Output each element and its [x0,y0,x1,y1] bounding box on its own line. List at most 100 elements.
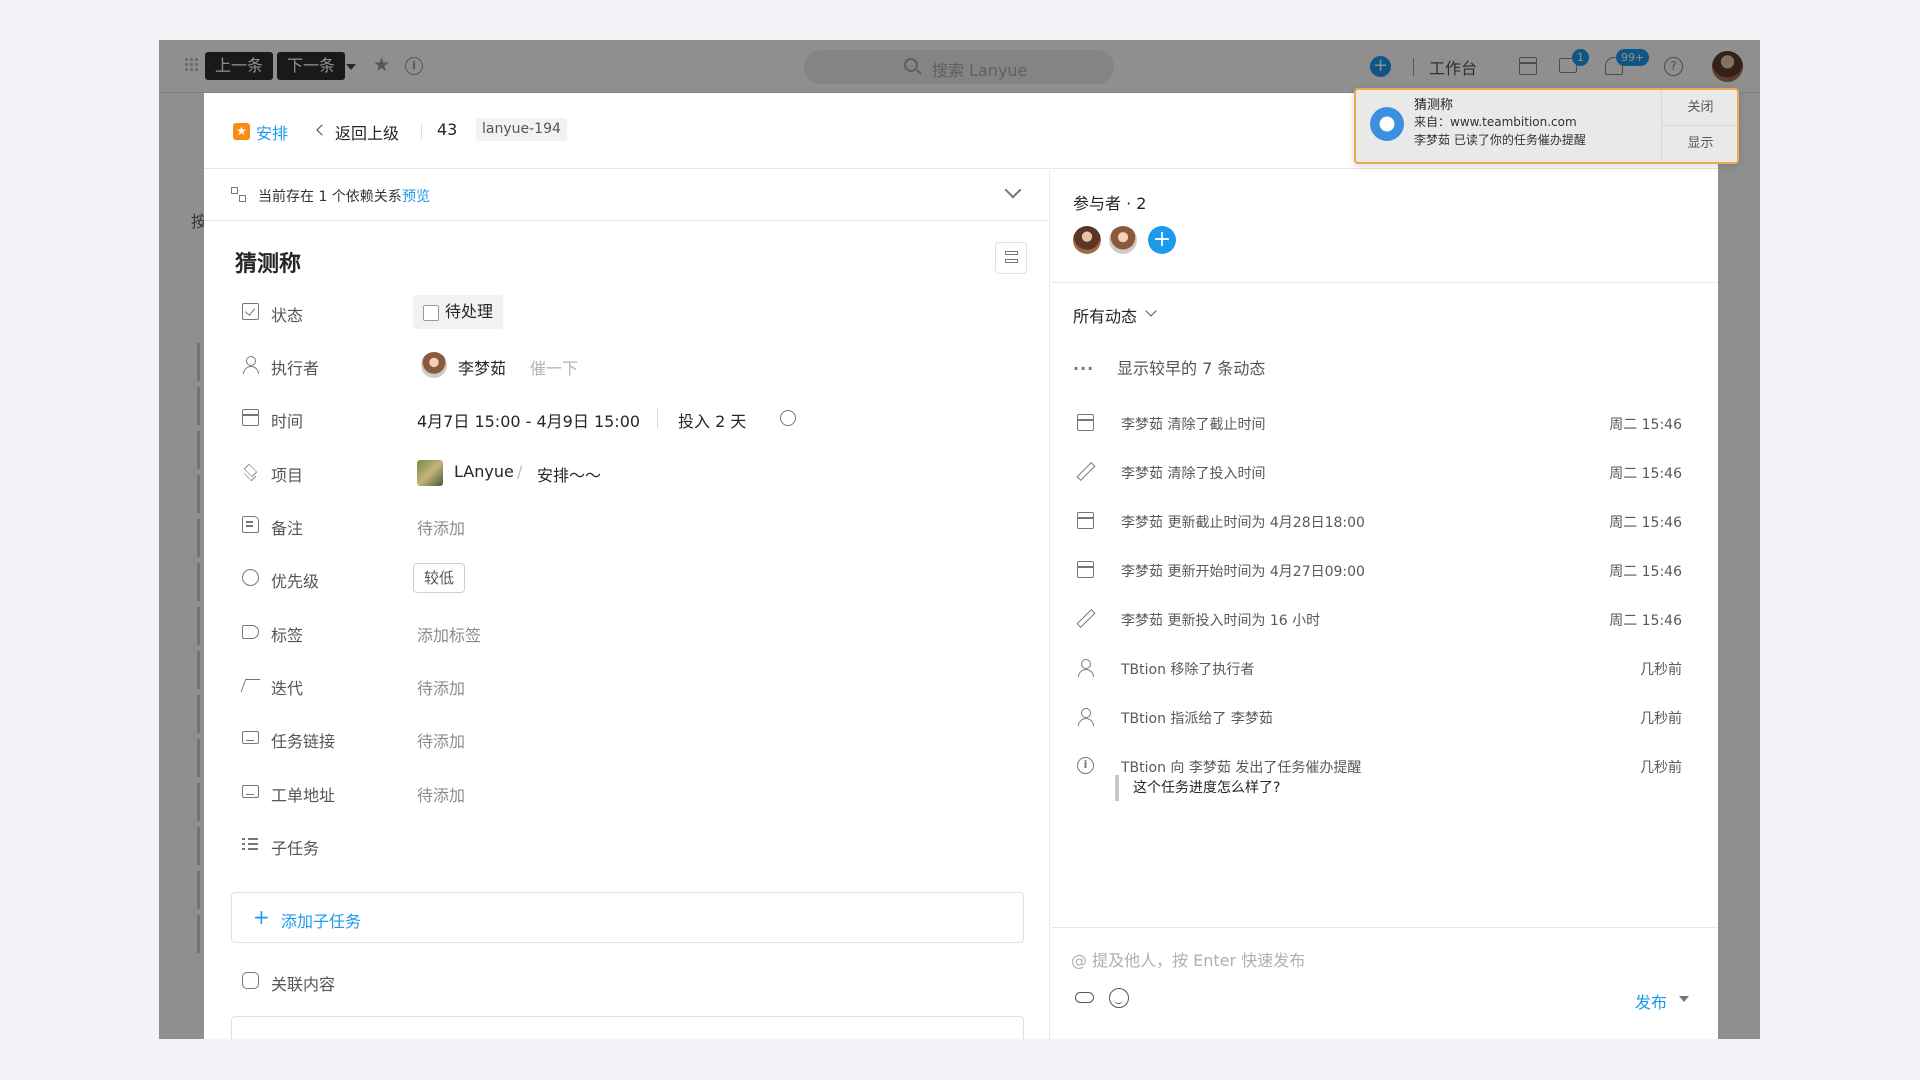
dependency-icon [231,187,247,203]
activity-text: 李梦茹 清除了投入时间 [1121,466,1266,482]
note-value[interactable]: 待添加 [417,515,465,539]
activity-text: 李梦茹 清除了截止时间 [1121,417,1266,433]
activity-text: 李梦茹 更新截止时间为 4月28日18:00 [1121,515,1365,531]
notification-close-button[interactable]: 关闭 [1662,90,1739,126]
attachment-icon[interactable] [1075,992,1094,1003]
assignee-avatar[interactable] [421,352,447,378]
activity-time: 几秒前 [1640,662,1682,678]
chevron-down-icon[interactable] [1679,996,1689,1002]
field-priority: 优先级 较低 [204,558,1049,598]
task-detail-modal: ★ 安排 返回上级 43 lanyue-194 当前存在 1 个依赖关系 预览 … [204,93,1718,1039]
field-assignee: 执行者 李梦茹 催一下 [204,345,1049,385]
activity-item: 李梦茹 清除了截止时间 周二 15:46 [1051,403,1718,443]
dependency-text: 当前存在 1 个依赖关系 [258,189,402,205]
comment-input[interactable]: @ 提及他人，按 Enter 快速发布 [1071,947,1305,971]
user-icon [1077,708,1094,726]
activity-time: 周二 15:46 [1609,564,1682,580]
add-subtask-button[interactable]: + 添加子任务 [231,892,1024,943]
activity-time: 周二 15:46 [1609,466,1682,482]
layout-toggle-button[interactable] [995,242,1027,274]
field-label: 标签 [271,626,304,645]
task-link-value[interactable]: 待添加 [417,728,465,752]
field-label: 时间 [271,412,304,431]
field-note: 备注 待添加 [204,505,1049,545]
field-task-link: 任务链接 待添加 [204,718,1049,758]
add-subtask-label: 添加子任务 [281,912,362,931]
notification-title: 猜测称 [1414,98,1454,113]
remind-button[interactable]: 催一下 [530,355,578,379]
status-dropdown[interactable]: 待处理 [413,295,504,329]
project-name[interactable]: LAnyue [454,462,514,481]
ticket-url-value[interactable]: 待添加 [417,782,465,806]
more-icon: ··· [1073,359,1095,378]
task-detail-panel: 当前存在 1 个依赖关系 预览 猜测称 状态 待处理 执行者 李梦茹 催一下 时… [204,170,1050,1039]
field-iteration: 迭代 待添加 [204,665,1049,705]
participant-avatar[interactable] [1073,226,1101,254]
activity-text: 李梦茹 更新投入时间为 16 小时 [1121,613,1321,629]
iteration-icon [242,676,259,693]
user-icon [242,356,259,374]
field-label: 子任务 [271,839,320,858]
calendar-icon [1077,512,1094,529]
activity-time: 几秒前 [1640,711,1682,727]
divider [657,408,658,428]
dependency-preview-link[interactable]: 预览 [402,186,430,206]
tag-icon [242,625,259,639]
activity-item: TBtion 指派给了 李梦茹 几秒前 [1051,697,1718,737]
notification-source: 来自：www.teambition.com [1414,115,1577,129]
field-status: 状态 待处理 [204,292,1049,332]
priority-icon [242,569,259,586]
back-label: 返回上级 [335,124,400,143]
activity-time: 周二 15:46 [1609,515,1682,531]
activity-text: TBtion 指派给了 李梦茹 [1121,711,1273,727]
publish-button[interactable]: 发布 [1635,989,1667,1013]
activity-text: TBtion 向 李梦茹 发出了任务催办提醒 [1121,760,1362,776]
field-label: 优先级 [271,572,320,591]
task-id-badge[interactable]: lanyue-194 [476,118,567,141]
add-participant-button[interactable]: + [1148,226,1176,254]
dependency-bar: 当前存在 1 个依赖关系 预览 [204,170,1049,221]
back-button[interactable]: 返回上级 [318,120,399,144]
alarm-clock-icon[interactable] [780,410,796,426]
iteration-value[interactable]: 待添加 [417,675,465,699]
project-group[interactable]: 安排～～ [537,462,601,486]
field-label: 迭代 [271,679,304,698]
divider [421,123,422,139]
emoji-icon[interactable] [1109,988,1129,1008]
checkbox-icon [242,303,259,320]
activity-time: 周二 15:46 [1609,417,1682,433]
pencil-icon [1077,463,1094,480]
activity-panel: 参与者 · 2 + 所有动态 ··· 显示较早的 7 条动态 李梦茹 清除了截止时… [1051,170,1718,1039]
list-icon [242,836,259,853]
task-type-star-icon: ★ [233,123,250,140]
time-range[interactable]: 4月7日 15:00 - 4月9日 15:00 [417,408,640,432]
related-search-bar[interactable] [231,1016,1024,1039]
related-icon [242,972,259,989]
assignee-name[interactable]: 李梦茹 [458,355,506,379]
field-label: 工单地址 [271,786,336,805]
add-tag-button[interactable]: 添加标签 [417,622,481,646]
note-icon [242,516,259,533]
notification-show-button[interactable]: 显示 [1662,126,1739,162]
activity-item: 李梦茹 更新投入时间为 16 小时 周二 15:46 [1051,599,1718,639]
activity-text: 李梦茹 更新开始时间为 4月27日09:00 [1121,564,1365,580]
system-notification[interactable]: 猜测称 来自：www.teambition.com 李梦茹 已读了你的任务催办提… [1354,88,1739,164]
activity-item: 李梦茹 更新开始时间为 4月27日09:00 周二 15:46 [1051,550,1718,590]
activity-item: TBtion 移除了执行者 几秒前 [1051,648,1718,688]
field-tags: 标签 添加标签 [204,612,1049,652]
calendar-icon [1077,561,1094,578]
activity-filter-dropdown[interactable]: 所有动态 [1073,303,1137,327]
project-separator: / [517,462,523,481]
info-icon: i [1077,757,1094,774]
divider [1051,282,1718,283]
show-earlier-button[interactable]: ··· 显示较早的 7 条动态 [1073,355,1265,379]
reminder-quote: 这个任务进度怎么样了? [1115,775,1280,801]
chevron-down-icon[interactable] [1004,181,1022,199]
invest-time[interactable]: 投入 2 天 [678,408,746,432]
priority-dropdown[interactable]: 较低 [413,563,466,593]
task-title[interactable]: 猜测称 [235,246,301,278]
field-label: 执行者 [271,359,320,378]
link-field-icon [242,731,259,744]
participant-avatar[interactable] [1109,226,1137,254]
task-type-label[interactable]: 安排 [256,120,288,144]
